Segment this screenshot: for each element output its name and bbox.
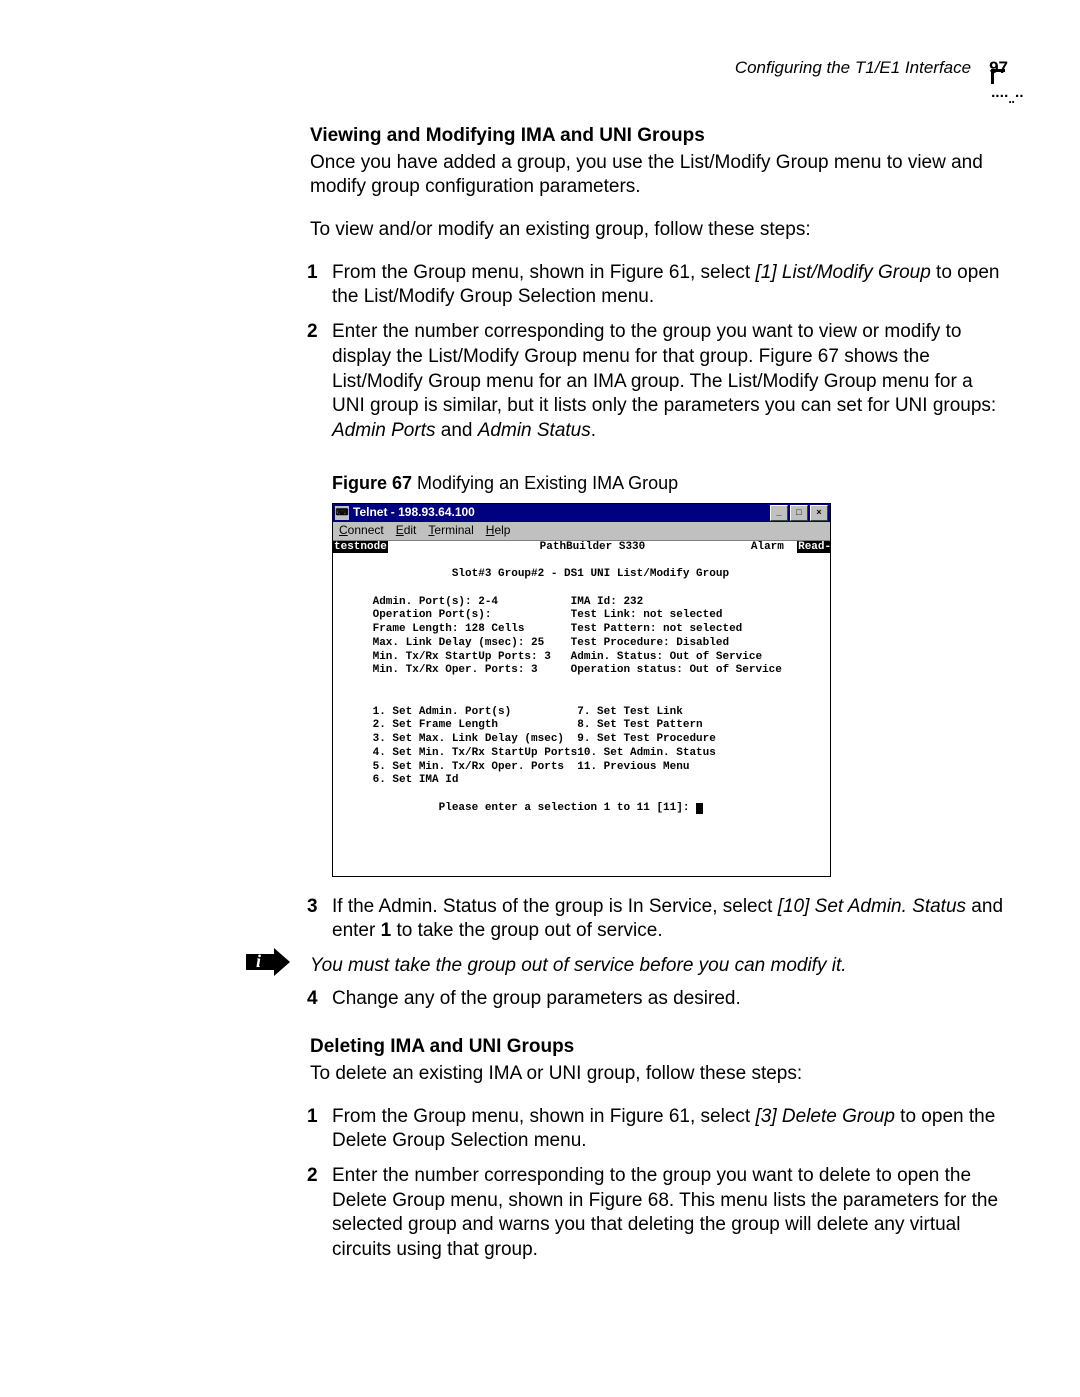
menu-terminal[interactable]: Terminal [428,523,473,539]
note-text: You must take the group out of service b… [310,955,847,976]
window-app-icon: ⌨ [335,506,349,520]
figure-caption: Figure 67 Modifying an Existing IMA Grou… [332,472,1008,495]
procedure-list-cont: 3 If the Admin. Status of the group is I… [310,895,1008,944]
procedure-list-2: 1 From the Group menu, shown in Figure 6… [310,1105,1008,1263]
window-title: Telnet - 198.93.64.100 [353,505,770,521]
header-section: Configuring the T1/E1 Interface [735,58,971,78]
paragraph: Once you have added a group, you use the… [310,151,1008,200]
info-note: i You must take the group out of service… [246,954,1008,979]
window-titlebar: ⌨ Telnet - 198.93.64.100 _ □ × [333,504,830,522]
paragraph: To delete an existing IMA or UNI group, … [310,1062,1008,1087]
close-button[interactable]: × [810,505,828,521]
step-4: 4 Change any of the group parameters as … [310,987,1008,1012]
procedure-list-cont2: 4 Change any of the group parameters as … [310,987,1008,1012]
info-arrow-icon: i [246,948,290,984]
section-heading: Viewing and Modifying IMA and UNI Groups [310,124,1008,149]
page: Configuring the T1/E1 Interface 97 . . .… [0,0,1080,1397]
header-ornament-icon: . . . . . . . . [991,84,1021,104]
step-1: 1 From the Group menu, shown in Figure 6… [310,261,1008,310]
page-number: 97 . . . . . . . . [989,58,1008,78]
section-heading: Deleting IMA and UNI Groups [310,1035,1008,1060]
telnet-window: ⌨ Telnet - 198.93.64.100 _ □ × Connect E… [332,503,831,877]
step-3: 3 If the Admin. Status of the group is I… [310,895,1008,944]
procedure-list: 1 From the Group menu, shown in Figure 6… [310,261,1008,444]
content-column: Viewing and Modifying IMA and UNI Groups… [310,124,1008,1263]
menu-edit[interactable]: Edit [396,523,417,539]
svg-text:i: i [256,951,261,971]
step-1: 1 From the Group menu, shown in Figure 6… [310,1105,1008,1154]
menu-connect[interactable]: Connect [339,523,384,539]
step-2: 2 Enter the number corresponding to the … [310,1164,1008,1263]
maximize-button[interactable]: □ [790,505,808,521]
running-header: Configuring the T1/E1 Interface 97 . . .… [72,58,1008,78]
window-menubar: Connect Edit Terminal Help [333,522,830,541]
menu-help[interactable]: Help [486,523,511,539]
paragraph: To view and/or modify an existing group,… [310,218,1008,243]
step-2: 2 Enter the number corresponding to the … [310,320,1008,443]
minimize-button[interactable]: _ [770,505,788,521]
terminal-output: testnode PathBuilder S330 Alarm Read-Wri… [333,541,830,876]
